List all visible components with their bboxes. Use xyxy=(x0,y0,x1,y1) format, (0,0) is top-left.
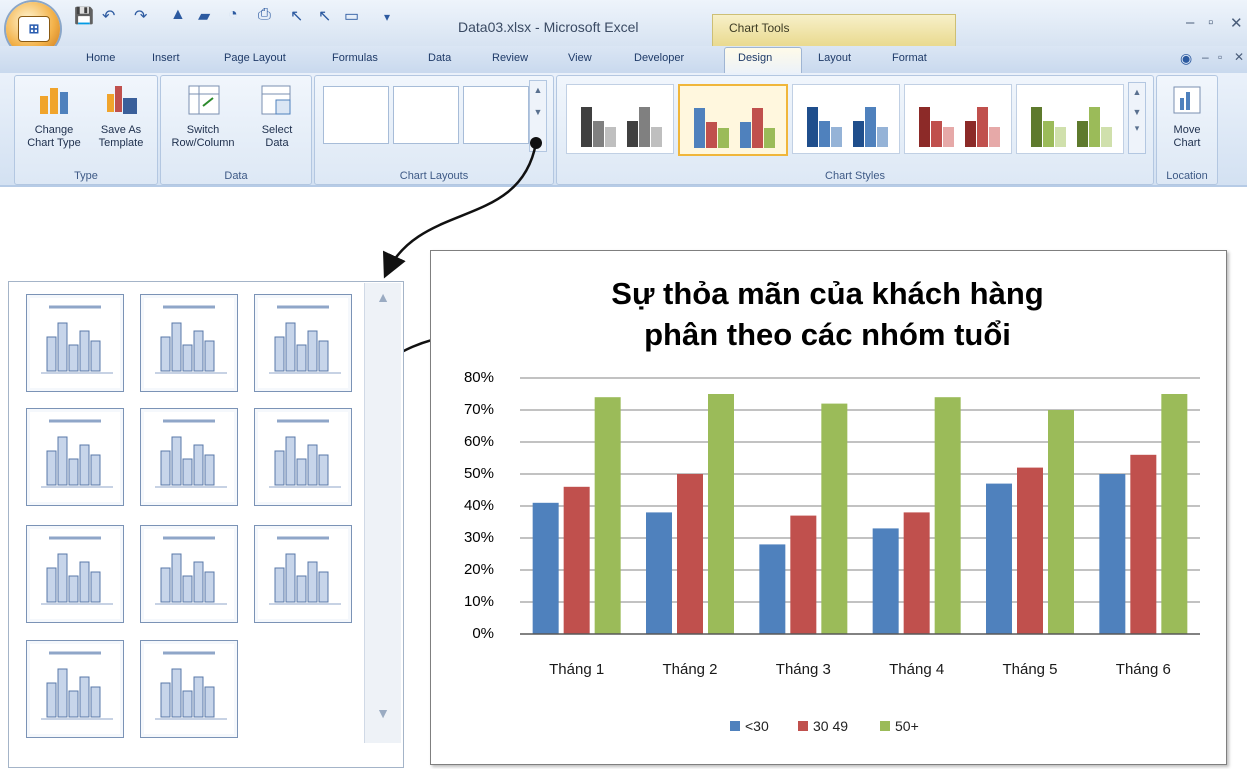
legend-swatch xyxy=(798,721,808,731)
bar[interactable] xyxy=(821,403,848,634)
bar[interactable] xyxy=(1048,410,1074,634)
y-tick-label: 10% xyxy=(463,593,494,610)
bar[interactable] xyxy=(903,512,930,634)
legend-swatch xyxy=(730,721,740,731)
bar[interactable] xyxy=(934,397,961,634)
x-tick-label: Tháng 3 xyxy=(775,661,831,678)
y-tick-label: 40% xyxy=(463,497,494,514)
x-tick-label: Tháng 1 xyxy=(549,661,605,678)
bar[interactable] xyxy=(1161,394,1188,634)
bar[interactable] xyxy=(759,544,786,634)
y-tick-label: 0% xyxy=(472,625,494,642)
x-tick-label: Tháng 4 xyxy=(889,661,945,678)
y-tick-label: 20% xyxy=(463,561,494,578)
plot-area xyxy=(520,377,1200,635)
bar[interactable] xyxy=(1099,474,1126,634)
y-tick-label: 80% xyxy=(463,369,494,386)
legend-item: 50+ xyxy=(880,718,919,734)
bar[interactable] xyxy=(986,483,1012,634)
legend-label: 30 49 xyxy=(813,718,849,734)
bar[interactable] xyxy=(563,486,590,634)
y-tick-label: 30% xyxy=(463,529,494,546)
legend-item: <30 xyxy=(730,718,769,734)
bar[interactable] xyxy=(532,502,559,634)
bar[interactable] xyxy=(677,474,703,634)
x-tick-label: Tháng 5 xyxy=(1002,661,1058,678)
x-tick-label: Tháng 6 xyxy=(1115,661,1171,678)
bar[interactable] xyxy=(1130,454,1157,634)
legend-swatch xyxy=(880,721,890,731)
bar[interactable] xyxy=(872,528,899,634)
x-tick-label: Tháng 2 xyxy=(662,661,718,678)
bar[interactable] xyxy=(646,512,672,634)
bar[interactable] xyxy=(1017,467,1043,634)
y-tick-label: 70% xyxy=(463,401,494,418)
bar[interactable] xyxy=(708,394,734,634)
legend-item: 30 49 xyxy=(798,718,848,734)
y-tick-label: 50% xyxy=(463,465,494,482)
y-tick-label: 60% xyxy=(463,433,494,450)
bar[interactable] xyxy=(594,397,621,634)
bar[interactable] xyxy=(790,515,817,634)
legend-label: <30 xyxy=(745,718,769,734)
legend-label: 50+ xyxy=(895,718,919,734)
